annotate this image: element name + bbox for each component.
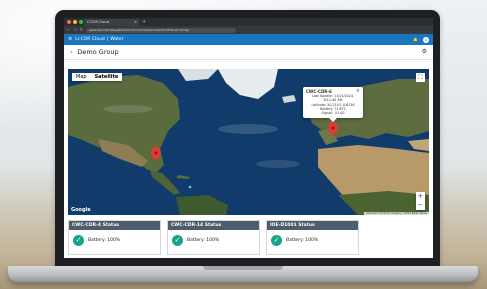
status-card[interactable]: CWC-CDR-4 Status ✓ Battery: 100% — [68, 220, 161, 255]
minimize-window-button[interactable] — [73, 20, 77, 24]
status-cards: CWC-CDR-4 Status ✓ Battery: 100% CWC-CDR… — [68, 220, 359, 255]
reload-icon[interactable]: ↻ — [80, 26, 83, 34]
fullscreen-icon[interactable]: ⛶ — [416, 73, 425, 82]
status-card-title: IOE-D1001 Status — [267, 221, 358, 230]
app-section[interactable]: Water — [110, 34, 123, 45]
gear-icon[interactable]: ⚙ — [422, 48, 427, 55]
header-actions: 🔔 A — [413, 34, 429, 45]
browser-tab[interactable]: CO2IR Cloud × — [84, 19, 139, 26]
map-type-control: Map Satellite — [72, 73, 123, 81]
laptop-screen: CO2IR Cloud × + ← → ↻ www.dev.remotesyst… — [64, 18, 433, 258]
check-icon: ✓ — [172, 235, 183, 246]
map-attribution[interactable]: Keyboard shortcuts Imagery ©2024 NASA Te… — [364, 212, 429, 215]
page-title: Demo Group — [77, 48, 119, 56]
check-icon: ✓ — [271, 235, 282, 246]
close-icon[interactable]: × — [356, 88, 360, 94]
forward-arrow-icon[interactable]: → — [73, 26, 76, 34]
bell-icon[interactable]: 🔔 — [413, 34, 418, 45]
status-card[interactable]: IOE-D1001 Status ✓ Battery: 100% — [266, 220, 359, 255]
status-card[interactable]: CWC-CDR-14 Status ✓ Battery: 100% — [167, 220, 260, 255]
popup-signal: Signal: -51.00 — [321, 111, 345, 116]
zoom-control: + − — [416, 192, 425, 210]
close-window-button[interactable] — [67, 20, 71, 24]
status-card-body: ✓ Battery: 100% — [69, 230, 160, 251]
status-card-title: CWC-CDR-4 Status — [69, 221, 160, 230]
browser-tab-title: CO2IR Cloud — [87, 20, 109, 24]
map-type-map-button[interactable]: Map — [72, 73, 91, 81]
status-card-body: ✓ Battery: 100% — [168, 230, 259, 251]
app-brand[interactable]: Li-COR Cloud — [75, 34, 104, 45]
window-controls — [67, 20, 83, 24]
laptop-notch — [203, 266, 283, 270]
satellite-imagery — [68, 69, 429, 215]
map-type-satellite-button[interactable]: Satellite — [91, 73, 123, 81]
map-dot-caribbean[interactable] — [188, 185, 192, 189]
url-field[interactable]: www.dev.remotesystemscloud.com/d/device/… — [86, 27, 237, 33]
check-icon: ✓ — [73, 235, 84, 246]
battery-status: Battery: 100% — [88, 238, 121, 243]
browser-tab-bar: CO2IR Cloud × + — [64, 18, 433, 26]
google-logo: Google — [71, 207, 91, 213]
status-card-body: ✓ Battery: 100% — [267, 230, 358, 251]
app-header: ≡ Li-COR Cloud | Water 🔔 A — [64, 34, 433, 45]
status-card-title: CWC-CDR-14 Status — [168, 221, 259, 230]
zoom-in-button[interactable]: + — [416, 192, 425, 201]
hamburger-menu-icon[interactable]: ≡ — [68, 34, 72, 45]
maximize-window-button[interactable] — [79, 20, 83, 24]
page-header: ‹ Demo Group ⚙ — [64, 45, 433, 60]
close-tab-icon[interactable]: × — [134, 19, 137, 26]
battery-status: Battery: 100% — [286, 238, 319, 243]
brand-divider: | — [106, 37, 109, 42]
device-info-popup: CWC-CDR-6 × Last Update: 11/15/2024, 8:1… — [303, 87, 363, 124]
address-bar-row: ← → ↻ www.dev.remotesystemscloud.com/d/d… — [64, 26, 433, 34]
zoom-out-button[interactable]: − — [416, 201, 425, 210]
map-view[interactable]: Map Satellite ⛶ CWC-CDR-6 × Last Update:… — [68, 69, 429, 215]
battery-status: Battery: 100% — [187, 238, 220, 243]
back-chevron-icon[interactable]: ‹ — [70, 49, 72, 56]
new-tab-button[interactable]: + — [142, 18, 146, 26]
back-arrow-icon[interactable]: ← — [67, 26, 70, 34]
avatar[interactable]: A — [423, 36, 429, 43]
popup-last-update: Last Update: 11/15/2024, 8:11:40 AM — [311, 94, 355, 103]
